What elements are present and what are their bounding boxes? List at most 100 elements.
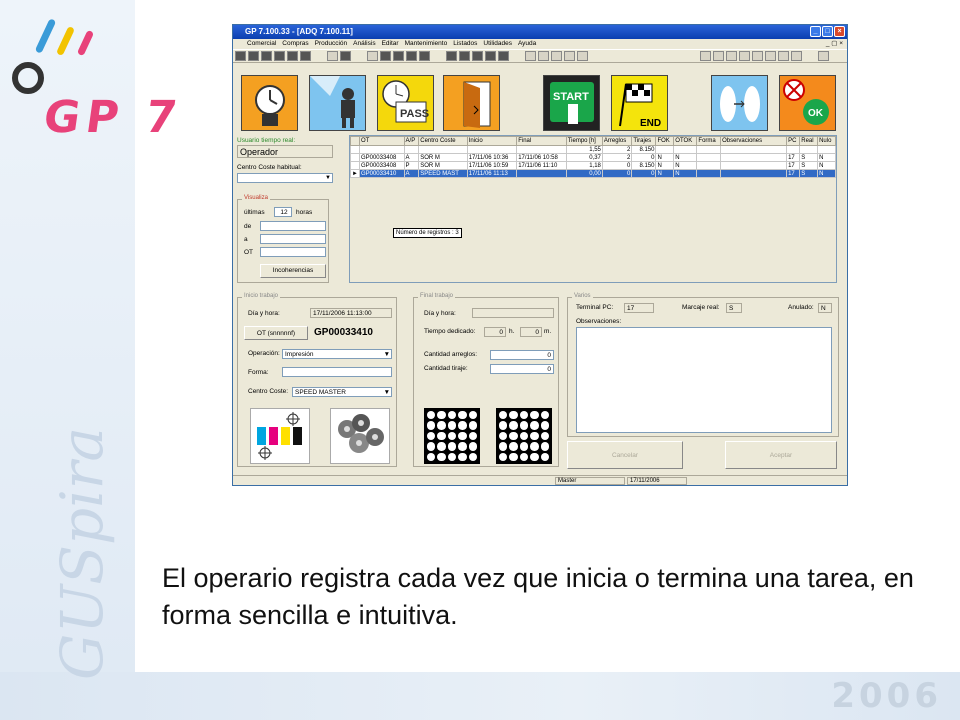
column-header[interactable]: OTOK bbox=[673, 136, 698, 146]
chevron-down-icon[interactable]: ▼ bbox=[384, 350, 390, 359]
column-header[interactable]: Observaciones bbox=[720, 136, 788, 146]
toolbar-button-icon[interactable] bbox=[472, 51, 483, 61]
column-header[interactable]: Final bbox=[516, 136, 567, 146]
ot-value-field[interactable]: GP00033410 bbox=[312, 326, 394, 340]
toolbar-button-icon[interactable] bbox=[498, 51, 509, 61]
inicio-dia-hora-field[interactable]: 17/11/2006 11:13:00 bbox=[310, 308, 392, 318]
toolbar-button-icon[interactable] bbox=[287, 51, 298, 61]
toolbar-button-icon[interactable] bbox=[367, 51, 378, 61]
dot-pattern-icon[interactable] bbox=[496, 408, 552, 464]
nav-icon[interactable] bbox=[726, 51, 737, 61]
a-input[interactable] bbox=[260, 234, 326, 244]
toolbar-button-icon[interactable] bbox=[485, 51, 496, 61]
chevron-down-icon[interactable]: ▼ bbox=[384, 388, 390, 397]
toolbar-button-icon[interactable] bbox=[380, 51, 391, 61]
column-header[interactable]: OT bbox=[358, 136, 405, 146]
toolbar-button-icon[interactable] bbox=[393, 51, 404, 61]
observaciones-textarea[interactable] bbox=[576, 327, 832, 433]
toolbar-button-icon[interactable] bbox=[406, 51, 417, 61]
terminal-field[interactable]: 17 bbox=[624, 303, 654, 313]
toolbar-button-icon[interactable] bbox=[235, 51, 246, 61]
column-header[interactable]: FOK bbox=[655, 136, 675, 146]
copy-icon[interactable] bbox=[739, 51, 750, 61]
column-header[interactable]: Real bbox=[799, 136, 819, 146]
ink-colors-icon[interactable] bbox=[250, 408, 310, 464]
toolbar-button-icon[interactable] bbox=[274, 51, 285, 61]
menu-mantenimiento[interactable]: Mantenimiento bbox=[405, 39, 448, 49]
menu-listados[interactable]: Listados bbox=[453, 39, 477, 49]
print-icon[interactable] bbox=[551, 51, 562, 61]
swap-icon[interactable] bbox=[711, 75, 768, 131]
paste-icon[interactable] bbox=[752, 51, 763, 61]
table-row-selected[interactable]: ► GP00033410 A SPEED MAST 17/11/06 11:13… bbox=[350, 169, 836, 178]
start-icon[interactable]: START bbox=[543, 75, 600, 131]
tiraje-input[interactable]: 0 bbox=[490, 364, 554, 374]
end-flag-icon[interactable]: END bbox=[611, 75, 668, 131]
cancelar-button[interactable]: Cancelar bbox=[567, 441, 683, 469]
menu-compras[interactable]: Compras bbox=[282, 39, 308, 49]
toolbar-button-icon[interactable] bbox=[248, 51, 259, 61]
sort-asc-icon[interactable] bbox=[525, 51, 536, 61]
column-header[interactable]: Tiempo [h] bbox=[565, 136, 603, 146]
column-header[interactable]: Arreglos bbox=[601, 136, 633, 146]
final-dia-hora-field[interactable] bbox=[472, 308, 554, 318]
delete-icon[interactable] bbox=[700, 51, 711, 61]
pass-icon[interactable]: PASS bbox=[377, 75, 434, 131]
list-icon[interactable] bbox=[577, 51, 588, 61]
column-header[interactable]: Tirajes bbox=[631, 136, 657, 146]
menu-produccion[interactable]: Producción bbox=[315, 39, 348, 49]
mdi-controls-icon[interactable]: _ ▢ × bbox=[826, 39, 843, 49]
column-header[interactable]: Forma bbox=[696, 136, 722, 146]
user-field[interactable]: Operador bbox=[237, 145, 333, 158]
table-row[interactable]: 1,55 2 8.150 bbox=[350, 145, 836, 154]
menu-comercial[interactable]: Comercial bbox=[247, 39, 276, 49]
de-input[interactable] bbox=[260, 221, 326, 231]
target-icon[interactable] bbox=[818, 51, 829, 61]
ok-icon[interactable]: OK bbox=[779, 75, 836, 131]
cost-center-select[interactable]: ▼ bbox=[237, 173, 333, 183]
centro-coste-select[interactable]: SPEED MASTER ▼ bbox=[292, 387, 392, 397]
close-icon[interactable]: × bbox=[834, 26, 845, 37]
down-arrow-icon[interactable] bbox=[778, 51, 789, 61]
toolbar-button-icon[interactable] bbox=[327, 51, 338, 61]
toolbar-button-icon[interactable] bbox=[459, 51, 470, 61]
table-row[interactable]: GP00033408 P SOR M 17/11/06 10:59 17/11/… bbox=[350, 161, 836, 170]
aceptar-button[interactable]: Aceptar bbox=[725, 441, 837, 469]
column-header[interactable]: PC bbox=[786, 136, 801, 146]
marcaje-field[interactable]: S bbox=[726, 303, 742, 313]
toolbar-button-icon[interactable] bbox=[446, 51, 457, 61]
anulado-field[interactable]: N bbox=[818, 303, 832, 313]
column-header[interactable]: Nulo bbox=[817, 136, 836, 146]
door-icon[interactable] bbox=[443, 75, 500, 131]
menu-analisis[interactable]: Análisis bbox=[353, 39, 375, 49]
operator-icon[interactable] bbox=[309, 75, 366, 131]
incoherencias-button[interactable]: Incoherencias bbox=[260, 264, 326, 278]
tiempo-h-field[interactable]: 0 bbox=[484, 327, 506, 337]
maximize-icon[interactable]: □ bbox=[822, 26, 833, 37]
table-row[interactable]: GP00033408 A SOR M 17/11/06 10:36 17/11/… bbox=[350, 153, 836, 162]
clock-icon[interactable] bbox=[241, 75, 298, 131]
arreglos-input[interactable]: 0 bbox=[490, 350, 554, 360]
ultimas-input[interactable]: 12 bbox=[274, 207, 292, 217]
chevron-down-icon[interactable]: ▼ bbox=[325, 174, 331, 183]
toolbar-button-icon[interactable] bbox=[340, 51, 351, 61]
forma-input[interactable] bbox=[282, 367, 392, 377]
menu-editar[interactable]: Editar bbox=[382, 39, 399, 49]
toolbar-button-icon[interactable] bbox=[300, 51, 311, 61]
column-header[interactable]: Inicio bbox=[466, 136, 518, 146]
copy-icon[interactable] bbox=[564, 51, 575, 61]
toolbar-button-icon[interactable] bbox=[261, 51, 272, 61]
toolbar-button-icon[interactable] bbox=[419, 51, 430, 61]
operacion-select[interactable]: Impresión ▼ bbox=[282, 349, 392, 359]
menu-utilidades[interactable]: Utilidades bbox=[483, 39, 512, 49]
menu-ayuda[interactable]: Ayuda bbox=[518, 39, 536, 49]
column-header[interactable]: A/P bbox=[403, 136, 420, 146]
list-icon[interactable] bbox=[791, 51, 802, 61]
print-icon[interactable] bbox=[713, 51, 724, 61]
up-arrow-icon[interactable] bbox=[765, 51, 776, 61]
printing-rollers-icon[interactable] bbox=[330, 408, 390, 464]
sort-desc-icon[interactable] bbox=[538, 51, 549, 61]
ot-button[interactable]: OT (snnnnnf) bbox=[244, 326, 308, 340]
tiempo-m-field[interactable]: 0 bbox=[520, 327, 542, 337]
column-header[interactable]: Centro Coste bbox=[418, 136, 468, 146]
